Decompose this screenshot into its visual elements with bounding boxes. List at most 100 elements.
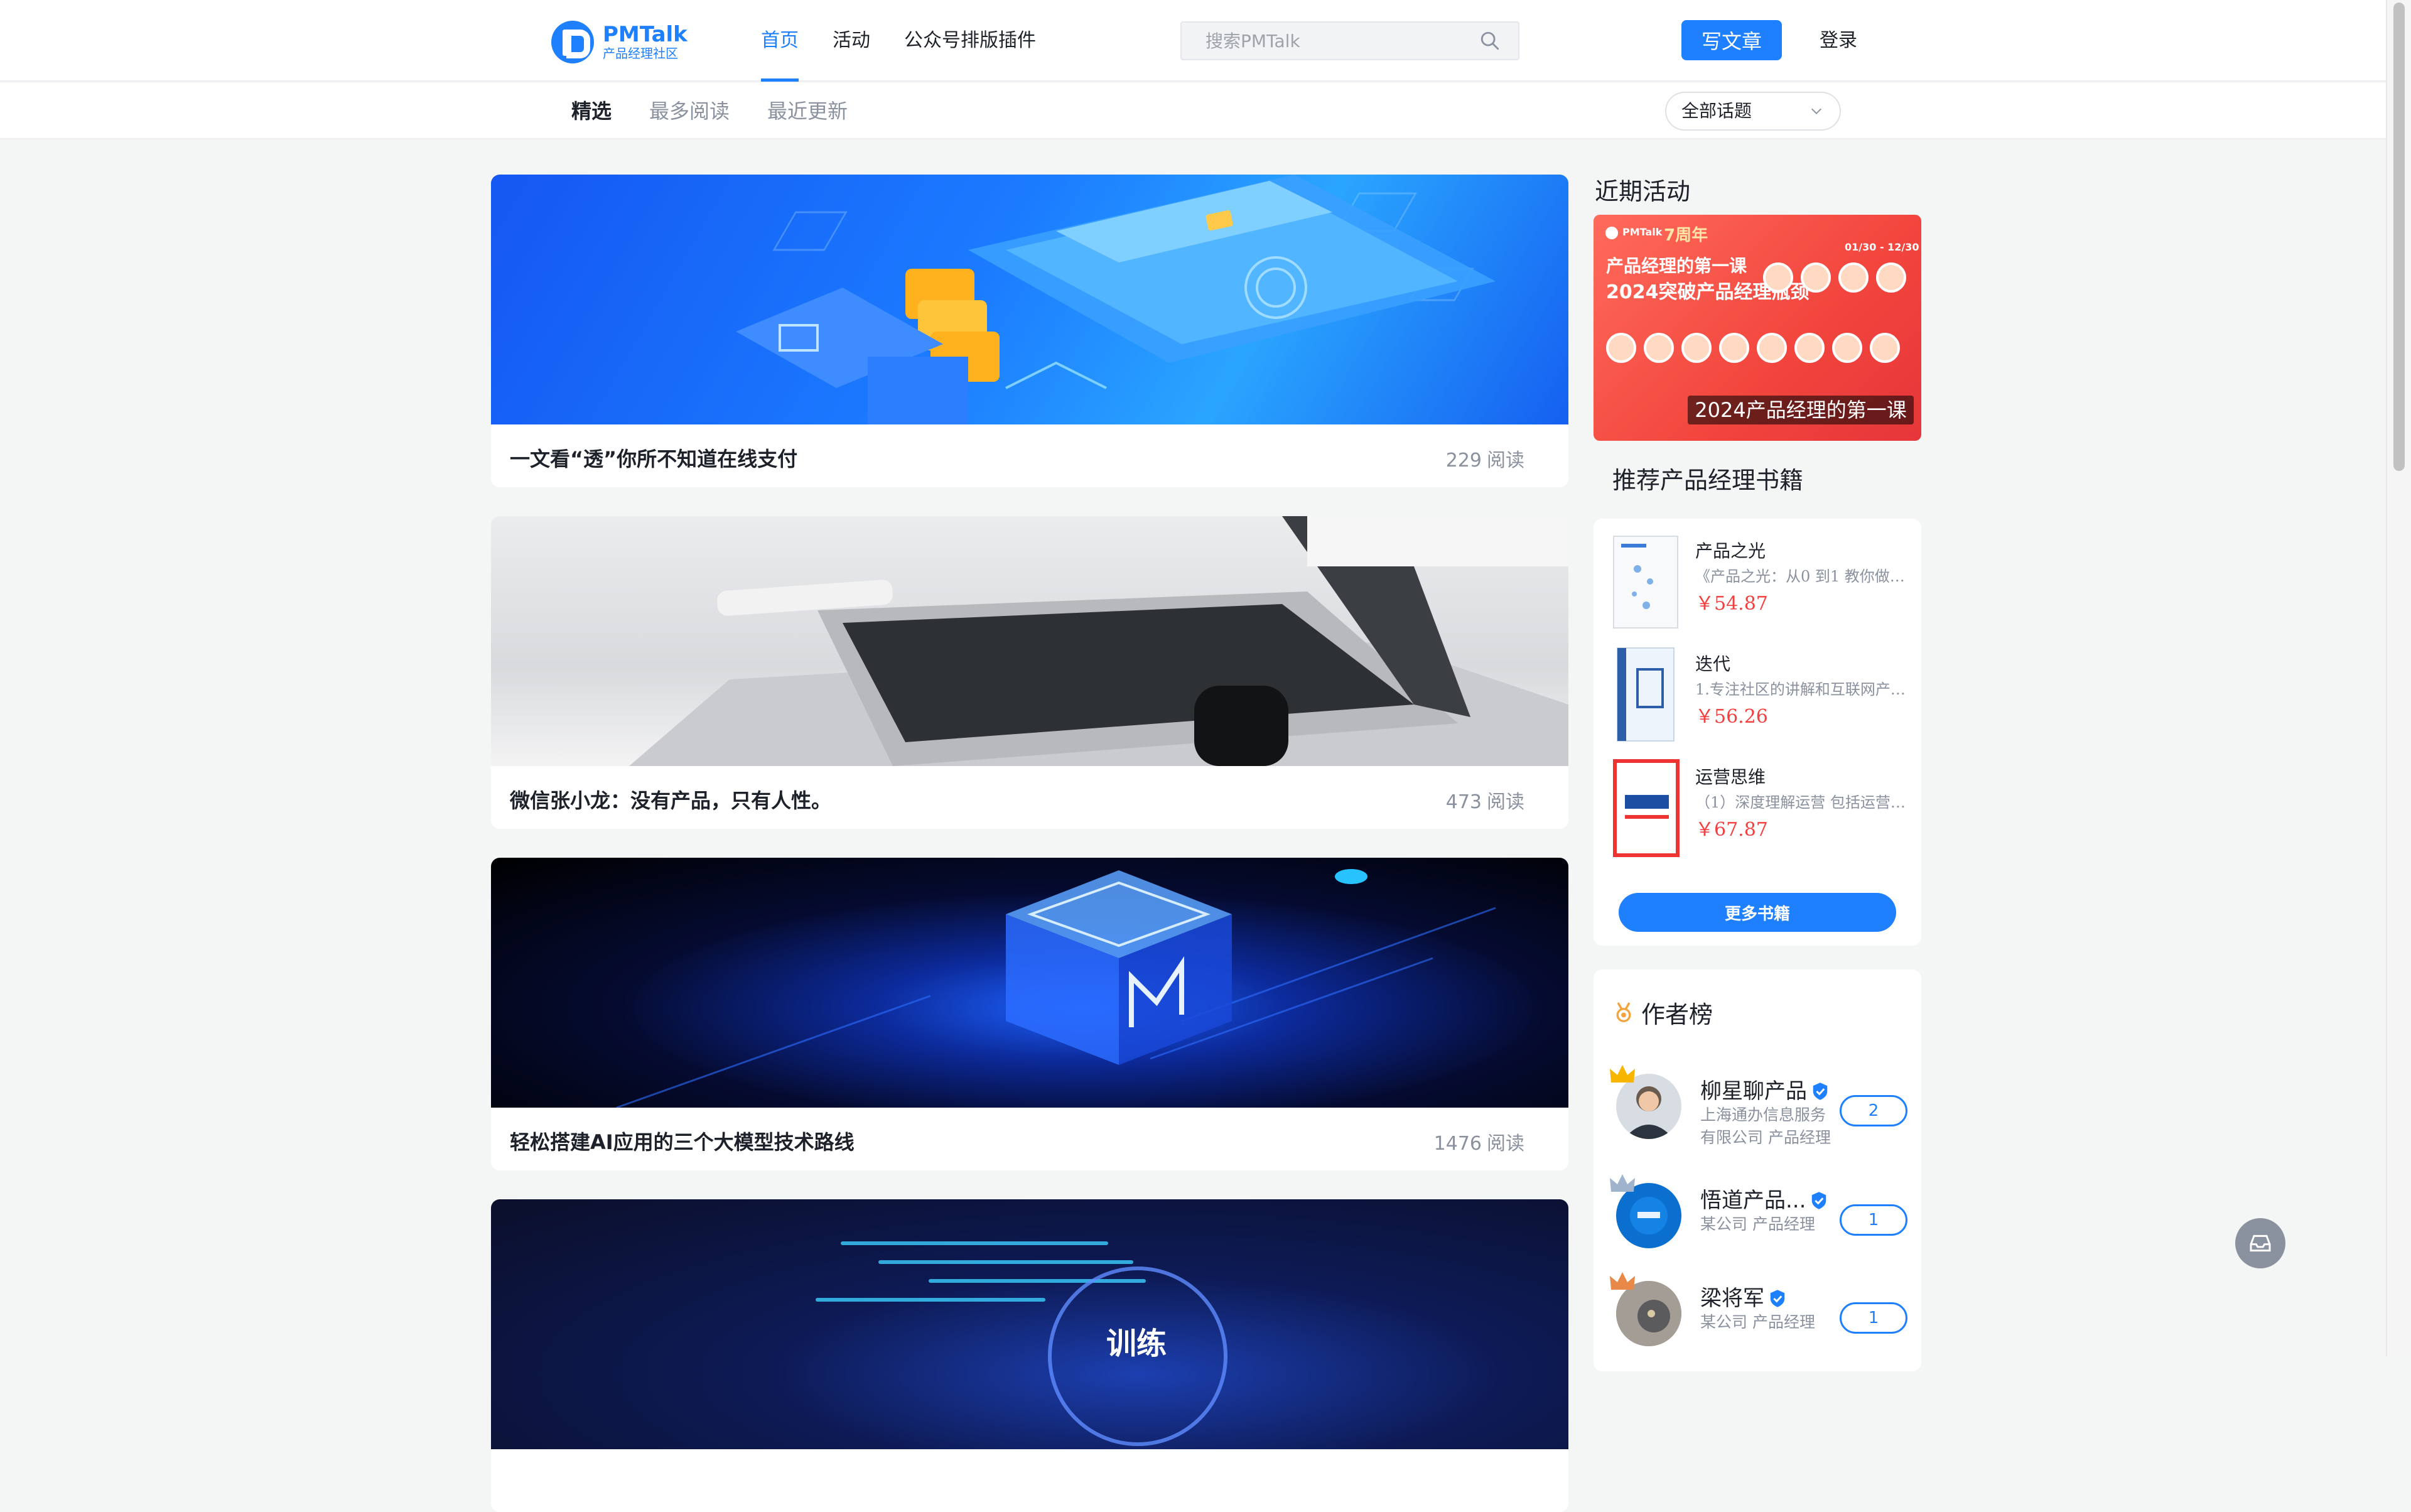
speaker-avatar bbox=[1876, 262, 1906, 293]
book-item[interactable]: 产品之光 《产品之光：从0 到1 教你做产品》 ￥54.87 bbox=[1594, 525, 1921, 632]
author-article-count[interactable]: 2 bbox=[1840, 1095, 1907, 1126]
author-ranking-card: 作者榜 柳星聊产品 上海通办信息服务有限公司 产品经理 2 悟道产品... 某公… bbox=[1594, 969, 1921, 1371]
speaker-avatar bbox=[1801, 262, 1831, 293]
banner-caption: 2024产品经理的第一课 bbox=[1688, 396, 1914, 424]
read-count-unit: 阅读 bbox=[1487, 1133, 1524, 1155]
author-name[interactable]: 梁将军 bbox=[1700, 1281, 1787, 1312]
speaker-avatar bbox=[1870, 333, 1900, 363]
book-description: 1.专注社区的讲解和互联网产品运营 bbox=[1695, 681, 1909, 698]
article-read-count: 1476 阅读 bbox=[1434, 1128, 1524, 1155]
book-item[interactable]: 运营思维 （1）深度理解运营 包括运营的本质 ￥67.87 bbox=[1594, 751, 1921, 858]
laptop-desk-photo bbox=[629, 516, 1568, 766]
author-description: 某公司 产品经理 bbox=[1700, 1215, 1815, 1233]
author-name[interactable]: 柳星聊产品 bbox=[1700, 1074, 1830, 1104]
activity-banner[interactable]: PMTalk 7周年 产品经理的第一课 2024突破产品经理瓶颈 01/30 -… bbox=[1594, 215, 1921, 441]
article-card[interactable]: 微信张小龙：没有产品，只有人性。 473 阅读 bbox=[491, 516, 1568, 829]
read-count-value: 1476 bbox=[1433, 1133, 1482, 1155]
read-count-value: 229 bbox=[1445, 450, 1482, 472]
nav-item-typesetting-plugin[interactable]: 公众号排版插件 bbox=[904, 0, 1036, 82]
author-name-text: 梁将军 bbox=[1700, 1286, 1764, 1311]
feed-tabs: 精选 最多阅读 最近更新 bbox=[571, 83, 885, 139]
author-description: 某公司 产品经理 bbox=[1700, 1313, 1815, 1331]
logo-subtitle: 产品经理社区 bbox=[603, 46, 678, 61]
activity-section-title: 近期活动 bbox=[1595, 178, 1691, 205]
banner-anniversary: 7周年 bbox=[1664, 226, 1708, 245]
main-nav: 首页 活动 公众号排版插件 bbox=[761, 0, 1070, 82]
author-article-count[interactable]: 1 bbox=[1840, 1302, 1907, 1334]
author-rank-item: 柳星聊产品 上海通办信息服务有限公司 产品经理 2 bbox=[1594, 1065, 1921, 1162]
pmtalk-badge-icon bbox=[1605, 226, 1619, 240]
author-name-text: 柳星聊产品 bbox=[1700, 1079, 1807, 1104]
book-item[interactable]: 迭代 1.专注社区的讲解和互联网产品运营 ￥56.26 bbox=[1594, 638, 1921, 745]
speaker-avatar bbox=[1832, 333, 1862, 363]
bronze-crown-icon bbox=[1610, 1272, 1635, 1290]
gold-crown-icon bbox=[1610, 1065, 1635, 1083]
more-books-button[interactable]: 更多书籍 bbox=[1619, 893, 1896, 932]
online-payment-illustration bbox=[736, 175, 1496, 424]
article-title[interactable]: 微信张小龙：没有产品，只有人性。 bbox=[510, 785, 831, 814]
tab-featured[interactable]: 精选 bbox=[571, 83, 612, 139]
nav-item-activities[interactable]: 活动 bbox=[833, 0, 870, 82]
article-cover-image[interactable] bbox=[491, 858, 1568, 1109]
article-read-count: 473 阅读 bbox=[1446, 786, 1524, 814]
banner-dates: 01/30 - 12/30 bbox=[1845, 241, 1919, 253]
verified-badge-icon bbox=[1812, 1192, 1826, 1209]
inbox-icon bbox=[2250, 1234, 2271, 1252]
author-name-text: 悟道产品... bbox=[1700, 1188, 1806, 1213]
chevron-down-icon bbox=[1811, 108, 1821, 114]
scrollbar-thumb[interactable] bbox=[2393, 3, 2405, 471]
logo-text: PMTalk 产品经理社区 bbox=[603, 23, 688, 61]
training-illustration bbox=[816, 1241, 1227, 1446]
page-scrollbar[interactable] bbox=[2386, 0, 2411, 1356]
topic-dropdown-value: 全部话题 bbox=[1681, 100, 1752, 121]
pmtalk-logo[interactable]: PMTalk 产品经理社区 bbox=[551, 20, 688, 64]
tab-most-read[interactable]: 最多阅读 bbox=[649, 83, 730, 139]
write-article-button[interactable]: 写文章 bbox=[1681, 20, 1782, 60]
author-rank-item: 梁将军 某公司 产品经理 1 bbox=[1594, 1272, 1921, 1369]
search-icon[interactable] bbox=[1479, 30, 1501, 51]
article-card[interactable]: 轻松搭建AI应用的三个大模型技术路线 1476 阅读 bbox=[491, 858, 1568, 1170]
article-cover-image[interactable]: 训练 bbox=[491, 1199, 1568, 1449]
article-cover-image[interactable] bbox=[491, 175, 1568, 424]
author-description: 上海通办信息服务有限公司 产品经理 bbox=[1700, 1106, 1831, 1147]
author-ranking-title: 作者榜 bbox=[1641, 1000, 1713, 1029]
books-section-title: 推荐产品经理书籍 bbox=[1612, 467, 1804, 494]
book-cover-image bbox=[1617, 647, 1675, 742]
book-title[interactable]: 迭代 bbox=[1695, 651, 1730, 676]
login-link[interactable]: 登录 bbox=[1820, 25, 1857, 57]
speaker-avatar bbox=[1644, 333, 1674, 363]
article-cover-image[interactable] bbox=[491, 516, 1568, 766]
article-title[interactable]: 轻松搭建AI应用的三个大模型技术路线 bbox=[510, 1126, 855, 1155]
floating-feedback-button[interactable] bbox=[2235, 1218, 2285, 1268]
article-card[interactable]: 训练 bbox=[491, 1199, 1568, 1512]
recommended-books-card: 产品之光 《产品之光：从0 到1 教你做产品》 ￥54.87 迭代 1.专注社区… bbox=[1594, 519, 1921, 946]
book-title[interactable]: 产品之光 bbox=[1695, 537, 1766, 563]
search-input[interactable] bbox=[1182, 23, 1477, 59]
author-article-count[interactable]: 1 bbox=[1840, 1204, 1907, 1236]
speaker-avatar bbox=[1757, 333, 1787, 363]
speaker-avatar bbox=[1606, 333, 1636, 363]
article-meta: 一文看“透”你所不知道在线支付 229 阅读 bbox=[491, 424, 1568, 487]
article-meta: 轻松搭建AI应用的三个大模型技术路线 1476 阅读 bbox=[491, 1108, 1568, 1170]
author-name[interactable]: 悟道产品... bbox=[1700, 1183, 1828, 1214]
book-title[interactable]: 运营思维 bbox=[1695, 764, 1766, 789]
author-rank-item: 悟道产品... 某公司 产品经理 1 bbox=[1594, 1174, 1921, 1271]
search-box bbox=[1180, 21, 1519, 60]
banner-headline: 产品经理的第一课 bbox=[1606, 256, 1747, 276]
logo-name: PMTalk bbox=[603, 22, 688, 47]
nav-item-home[interactable]: 首页 bbox=[761, 0, 799, 82]
ai-model-cube-illustration bbox=[616, 869, 1496, 1109]
tab-recent[interactable]: 最近更新 bbox=[767, 83, 848, 139]
read-count-unit: 阅读 bbox=[1487, 450, 1524, 472]
article-read-count: 229 阅读 bbox=[1446, 445, 1524, 472]
author-ranking-header: 作者榜 bbox=[1612, 998, 1713, 1029]
book-cover-image bbox=[1613, 759, 1680, 857]
topic-dropdown[interactable]: 全部话题 bbox=[1665, 92, 1841, 131]
article-title[interactable]: 一文看“透”你所不知道在线支付 bbox=[510, 443, 797, 472]
speaker-avatar bbox=[1719, 333, 1749, 363]
speaker-avatar bbox=[1838, 262, 1869, 293]
article-card[interactable]: 一文看“透”你所不知道在线支付 229 阅读 bbox=[491, 175, 1568, 487]
book-description: （1）深度理解运营 包括运营的本质 bbox=[1695, 794, 1909, 811]
book-price: ￥67.87 bbox=[1695, 819, 1768, 841]
silver-crown-icon bbox=[1610, 1174, 1635, 1192]
